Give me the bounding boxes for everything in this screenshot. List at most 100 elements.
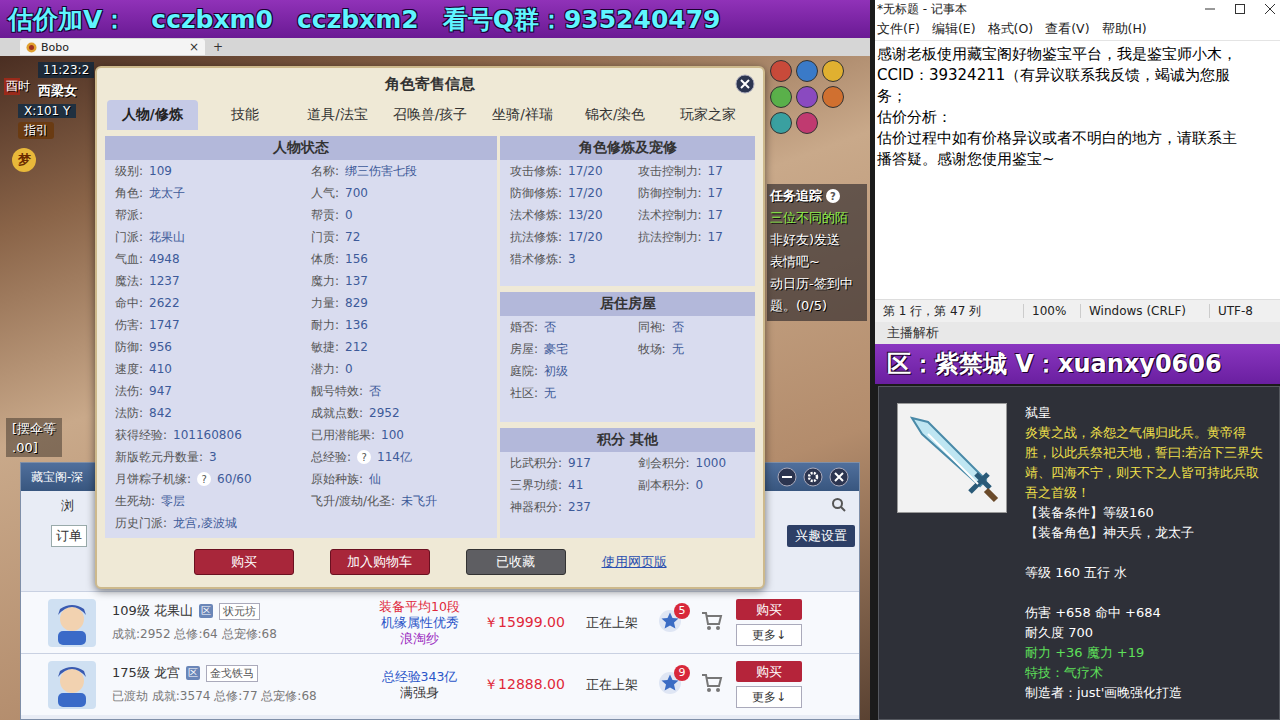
- search-icon[interactable]: [831, 497, 847, 516]
- item-description: 炎黄之战，杀怨之气偶归此兵。黄帝得胜，以此兵祭祀天地，誓曰:若治下三界失靖、四海…: [1025, 423, 1271, 503]
- field-value: 17/20: [568, 164, 603, 178]
- panel-header: 居住房屋: [500, 292, 755, 316]
- field-label: 猎术修炼:: [510, 251, 562, 268]
- more-button[interactable]: 更多↓: [736, 686, 802, 708]
- menu-item[interactable]: 查看(V): [1045, 21, 1089, 38]
- maximize-icon[interactable]: [1234, 3, 1246, 15]
- hud-button-icon[interactable]: [796, 86, 818, 108]
- menu-item[interactable]: 格式(O): [988, 21, 1034, 38]
- dialog-tab[interactable]: 锦衣/染色: [570, 100, 661, 130]
- field-value: 947: [149, 384, 172, 398]
- field-value: 1000: [696, 456, 727, 470]
- field-value: 3: [209, 450, 217, 464]
- listing-stats: 已渡劫 成就:3574 总修:77 总宠修:68: [112, 688, 362, 705]
- field-value: 13/20: [568, 208, 603, 222]
- field-label: 法伤:: [115, 383, 143, 400]
- listing-row[interactable]: 175级 龙宫区金戈铁马已渡劫 成就:3574 总修:77 总宠修:68总经验3…: [21, 653, 859, 715]
- info-field: 神器积分:237: [500, 496, 628, 518]
- field-label: 魔法:: [115, 273, 143, 290]
- hud-button-icon[interactable]: [796, 60, 818, 82]
- new-tab-button[interactable]: +: [213, 40, 223, 54]
- dialog-tab[interactable]: 召唤兽/孩子: [385, 100, 476, 130]
- field-label: 防御修炼:: [510, 185, 562, 202]
- close-icon[interactable]: [1264, 3, 1276, 15]
- game-scene: 11:23:2西梁女酉时X:101 Y指引梦[摆伞等.00]任务追踪?三位不同的…: [0, 56, 870, 720]
- dream-button[interactable]: 梦: [12, 148, 36, 172]
- menu-item[interactable]: 文件(F): [877, 21, 920, 38]
- zone-badge: 区: [199, 604, 213, 618]
- browser-tab[interactable]: Bobo×: [20, 39, 205, 55]
- more-button[interactable]: 更多↓: [736, 624, 802, 646]
- info-field: 攻击修炼:17/20: [500, 160, 628, 182]
- dialog-tab[interactable]: 技能: [200, 100, 291, 130]
- listing-tag: 机缘属性优秀: [381, 615, 459, 631]
- chat-line: .00]: [12, 440, 56, 455]
- avatar-icon: [46, 597, 102, 649]
- favorite-button[interactable]: 5: [652, 609, 688, 637]
- field-label: 抗法修炼:: [510, 229, 562, 246]
- interest-settings-button[interactable]: 兴趣设置: [787, 525, 855, 547]
- dialog-tab[interactable]: 坐骑/祥瑞: [477, 100, 568, 130]
- info-section: 角色修炼及宠修攻击修炼:17/20攻击控制力:17防御修炼:17/20防御控制力…: [500, 136, 755, 286]
- field-value: 17: [708, 186, 723, 200]
- info-field: 力量:829: [301, 292, 497, 314]
- menu-item[interactable]: 帮助(H): [1102, 21, 1147, 38]
- hud-button-icon[interactable]: [822, 86, 844, 108]
- browse-label[interactable]: 浏: [61, 497, 74, 515]
- close-icon[interactable]: [735, 74, 755, 94]
- info-field: 同袍:否: [628, 316, 756, 338]
- help-button[interactable]: ?: [357, 450, 371, 464]
- gear-icon[interactable]: [803, 467, 823, 487]
- sword-icon: [897, 403, 1007, 513]
- info-row: 婚否:否同袍:否: [500, 316, 755, 338]
- cart-button[interactable]: [688, 672, 736, 698]
- guide-button[interactable]: 指引: [18, 122, 54, 139]
- notepad-title-bar: *无标题 - 记事本: [875, 0, 1280, 18]
- info-field: 帮派:: [105, 204, 301, 226]
- help-button[interactable]: ?: [826, 189, 840, 203]
- dialog-tab[interactable]: 道具/法宝: [292, 100, 383, 130]
- menu-item[interactable]: 编辑(E): [932, 21, 976, 38]
- listing-tags: 装备平均10段机缘属性优秀浪淘纱: [362, 599, 477, 647]
- status-item: 100%: [1023, 304, 1080, 318]
- attribute-line: 等级 160 五行 水: [1025, 563, 1271, 583]
- dialog-button[interactable]: 购买: [194, 549, 294, 575]
- listing-price: ￥12888.00: [477, 676, 572, 694]
- buy-button[interactable]: 购买: [736, 599, 802, 620]
- info-row: 级别:109名称:绑三伤害七段: [105, 160, 497, 182]
- minimize-icon[interactable]: [777, 467, 797, 487]
- field-value: 4948: [149, 252, 180, 266]
- listing-tag: 满强身: [400, 685, 439, 701]
- hud-button-icon[interactable]: [822, 60, 844, 82]
- tab-close-button[interactable]: ×: [189, 40, 199, 54]
- info-field: 帮贡:0: [301, 204, 497, 226]
- field-label: 已用潜能果:: [311, 427, 375, 444]
- dialog-button[interactable]: 已收藏: [466, 549, 566, 575]
- buy-button[interactable]: 购买: [736, 661, 802, 682]
- dialog-tab[interactable]: 玩家之家: [662, 100, 753, 130]
- info-field: 法伤: 947: [105, 380, 301, 402]
- notepad-text[interactable]: 感谢老板使用藏宝阁好物鉴宝平台，我是鉴宝师小木，CCID：39324211（有异…: [875, 40, 1280, 299]
- hud-button-icon[interactable]: [796, 112, 818, 134]
- info-field: 法防:842: [105, 402, 301, 424]
- dialog-tab[interactable]: 人物/修炼: [107, 100, 198, 130]
- close-icon[interactable]: [829, 467, 849, 487]
- window-controls: [1204, 3, 1276, 15]
- cart-button[interactable]: [688, 610, 736, 636]
- field-label: 靓号特效:: [311, 383, 363, 400]
- attribute-line: 特技：气疗术: [1025, 663, 1271, 683]
- hud-button-icon[interactable]: [770, 86, 792, 108]
- listing-row[interactable]: 109级 花果山区状元坊成就:2952 总修:64 总宠修:68装备平均10段机…: [21, 591, 859, 653]
- help-button[interactable]: ?: [197, 472, 211, 486]
- info-row: 社区:无: [500, 382, 755, 404]
- favorite-button[interactable]: 9: [652, 671, 688, 699]
- dialog-buttons: 购买 加入购物车 已收藏 使用网页版: [97, 538, 763, 587]
- info-field: 敏捷:212: [301, 336, 497, 358]
- banner-text: cczbxm0: [151, 5, 273, 34]
- dialog-button[interactable]: 使用网页版: [602, 550, 667, 574]
- hud-button-icon[interactable]: [770, 112, 792, 134]
- minimize-icon[interactable]: [1204, 3, 1216, 15]
- hud-button-icon[interactable]: [770, 60, 792, 82]
- dialog-button[interactable]: 加入购物车: [330, 549, 430, 575]
- order-tab[interactable]: 订单: [51, 525, 87, 547]
